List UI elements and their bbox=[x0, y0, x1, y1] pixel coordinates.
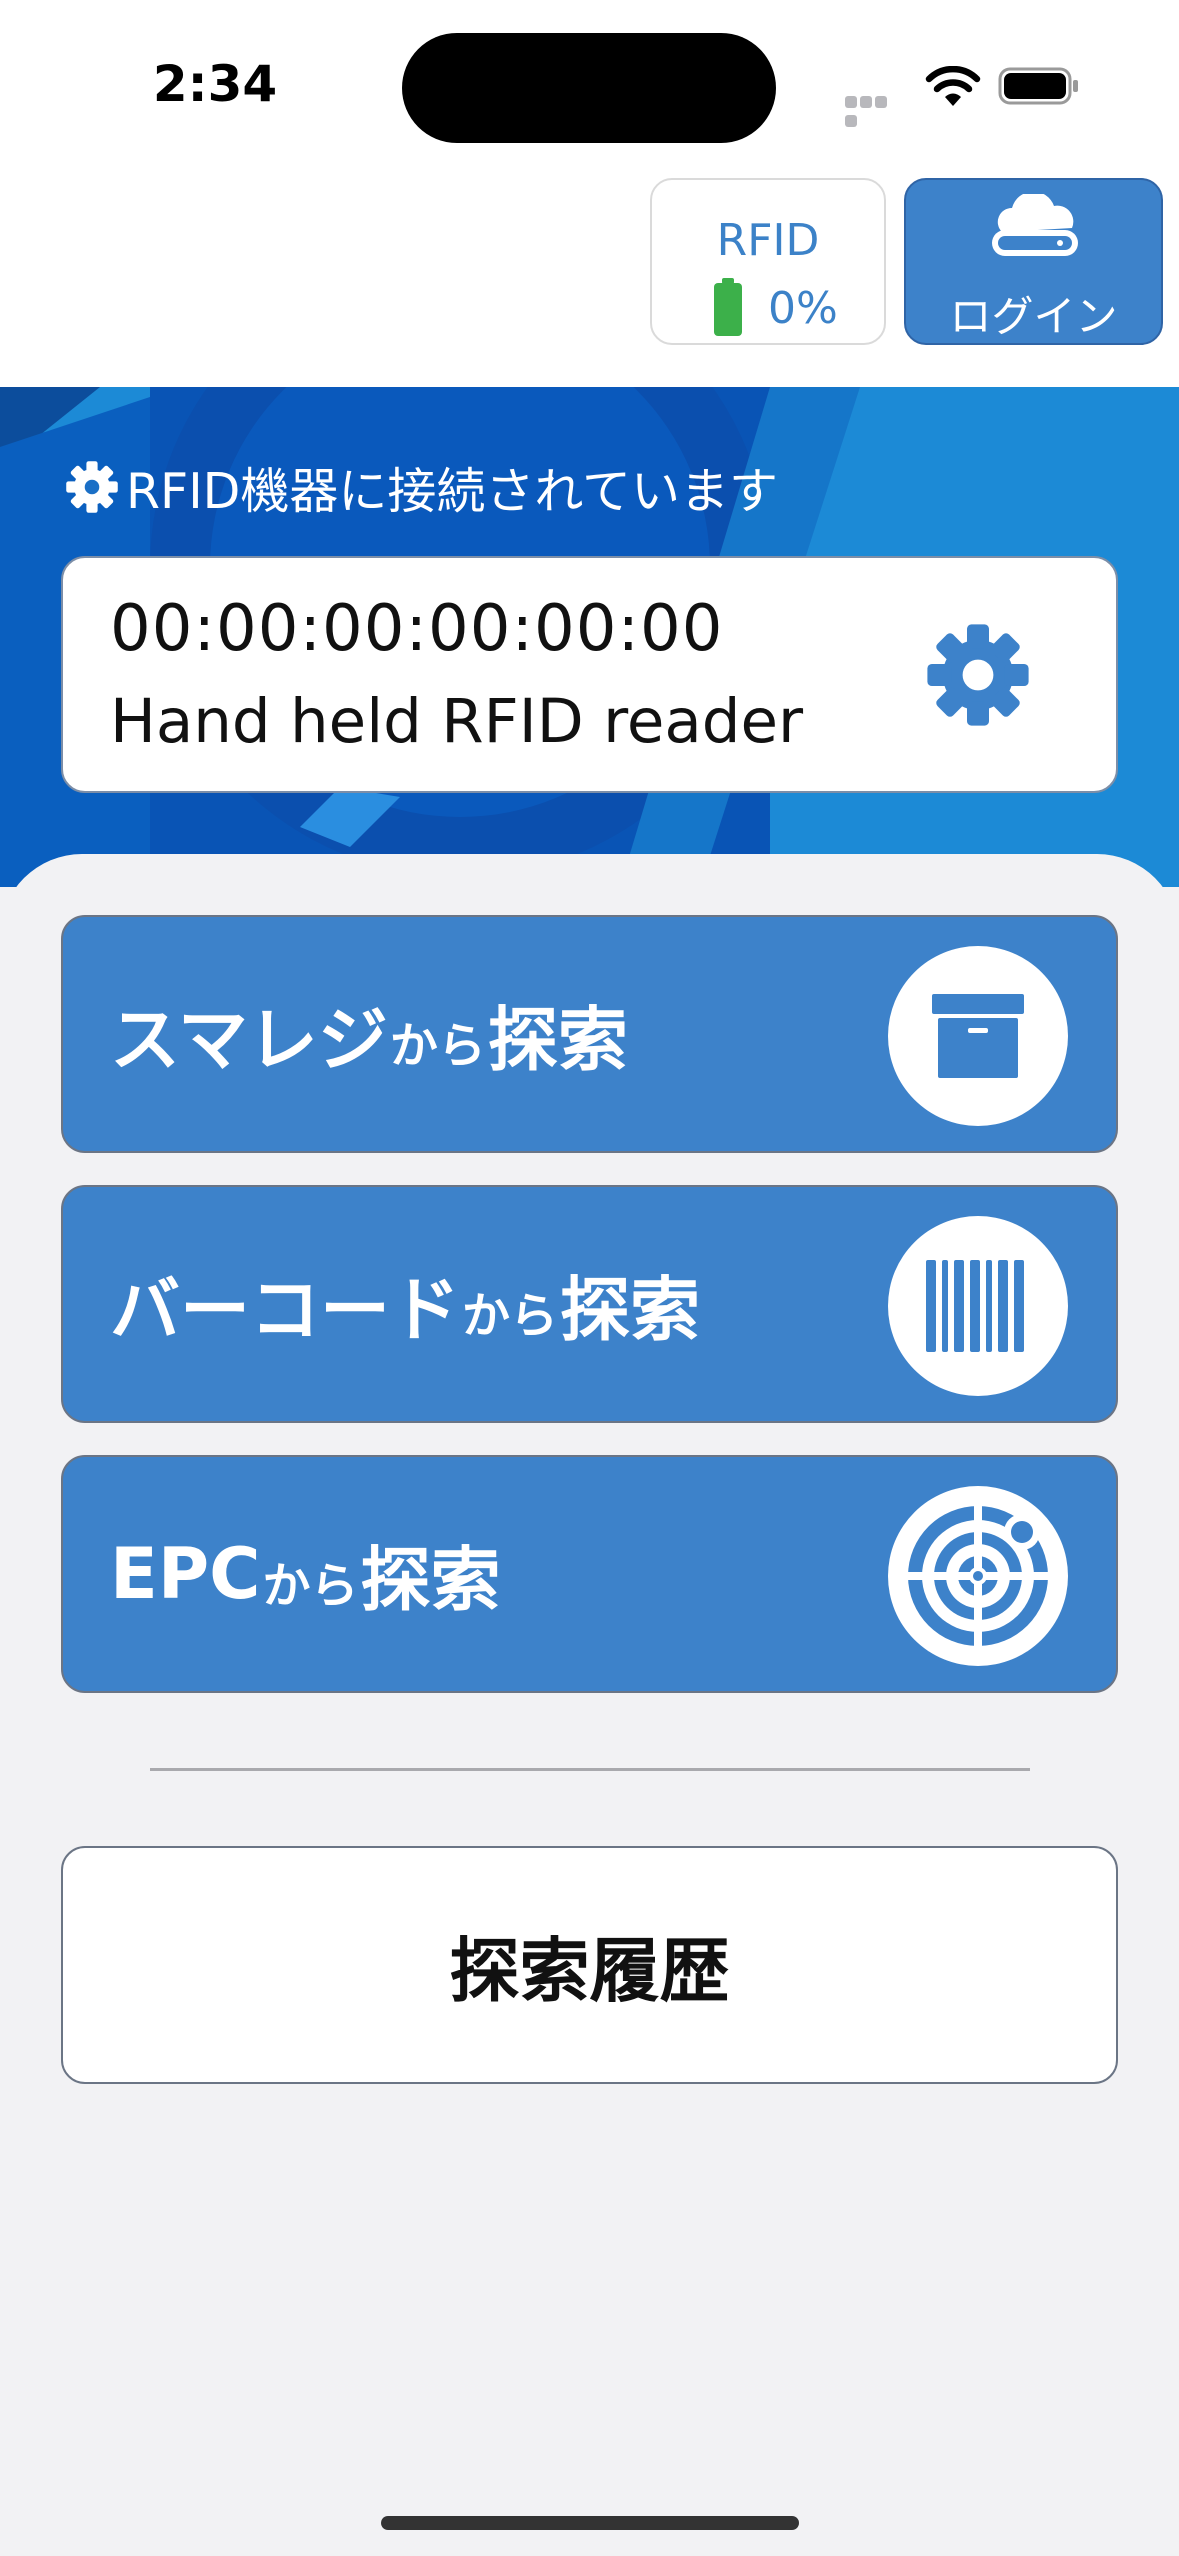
button-label-prefix: バーコード bbox=[110, 1268, 460, 1351]
button-label-middle: から bbox=[262, 1558, 359, 1614]
button-label-suffix: 探索 bbox=[360, 1538, 501, 1621]
icon-circle bbox=[888, 1486, 1068, 1666]
main-content: スマレジ から 探索 バーコード から 探索 EPC から 探索 探索履歴 bbox=[0, 854, 1179, 2556]
rfid-battery-percent: 0% bbox=[768, 283, 838, 334]
search-from-barcode-button[interactable]: バーコード から 探索 bbox=[61, 1185, 1118, 1423]
radar-icon bbox=[906, 1504, 1050, 1648]
status-time: 2:34 bbox=[152, 55, 278, 113]
connection-status: RFID機器に接続されています bbox=[64, 457, 778, 520]
rfid-label: RFID bbox=[716, 215, 820, 266]
battery-icon bbox=[998, 67, 1078, 105]
device-settings-gear-icon[interactable] bbox=[923, 620, 1033, 730]
button-label: スマレジ から 探索 bbox=[110, 917, 628, 1151]
connection-panel: RFID機器に接続されています 00:00:00:00:00:00 Hand h… bbox=[0, 387, 1179, 887]
search-history-button[interactable]: 探索履歴 bbox=[61, 1846, 1118, 2084]
button-label-prefix: スマレジ bbox=[110, 998, 388, 1081]
login-label: ログイン bbox=[949, 292, 1118, 341]
button-label-middle: から bbox=[462, 1288, 559, 1344]
battery-icon bbox=[714, 278, 742, 336]
archive-box-icon bbox=[932, 994, 1024, 1078]
button-label-suffix: 探索 bbox=[560, 1268, 701, 1351]
app-screen: 2:34 RFID 0% ログイン RFID機器に接続されています 00:00:… bbox=[0, 0, 1179, 2556]
device-name: Hand held RFID reader bbox=[110, 686, 804, 757]
wifi-icon bbox=[925, 66, 981, 106]
rfid-status-badge[interactable]: RFID 0% bbox=[650, 178, 886, 345]
divider bbox=[150, 1768, 1030, 1771]
icon-circle bbox=[888, 946, 1068, 1126]
button-label-suffix: 探索 bbox=[487, 998, 628, 1081]
home-indicator[interactable] bbox=[381, 2516, 799, 2530]
device-card[interactable]: 00:00:00:00:00:00 Hand held RFID reader bbox=[61, 556, 1118, 793]
cellular-signal-icon bbox=[845, 93, 903, 127]
button-label-prefix: EPC bbox=[110, 1533, 261, 1615]
dynamic-island bbox=[402, 33, 776, 143]
button-label-middle: から bbox=[389, 1018, 486, 1074]
search-history-label: 探索履歴 bbox=[449, 1929, 730, 2012]
app-header: RFID 0% ログイン bbox=[0, 165, 1179, 387]
search-from-smaregi-button[interactable]: スマレジ から 探索 bbox=[61, 915, 1118, 1153]
status-bar: 2:34 bbox=[0, 0, 1179, 165]
connection-status-text: RFID機器に接続されています bbox=[126, 462, 778, 520]
login-button[interactable]: ログイン bbox=[904, 178, 1163, 345]
device-mac-address: 00:00:00:00:00:00 bbox=[110, 592, 724, 666]
icon-circle bbox=[888, 1216, 1068, 1396]
button-label: EPC から 探索 bbox=[110, 1457, 501, 1691]
cloud-icon bbox=[992, 194, 1078, 256]
gear-icon bbox=[66, 461, 118, 513]
search-from-epc-button[interactable]: EPC から 探索 bbox=[61, 1455, 1118, 1693]
button-label: バーコード から 探索 bbox=[110, 1187, 700, 1421]
barcode-icon bbox=[926, 1260, 1024, 1352]
